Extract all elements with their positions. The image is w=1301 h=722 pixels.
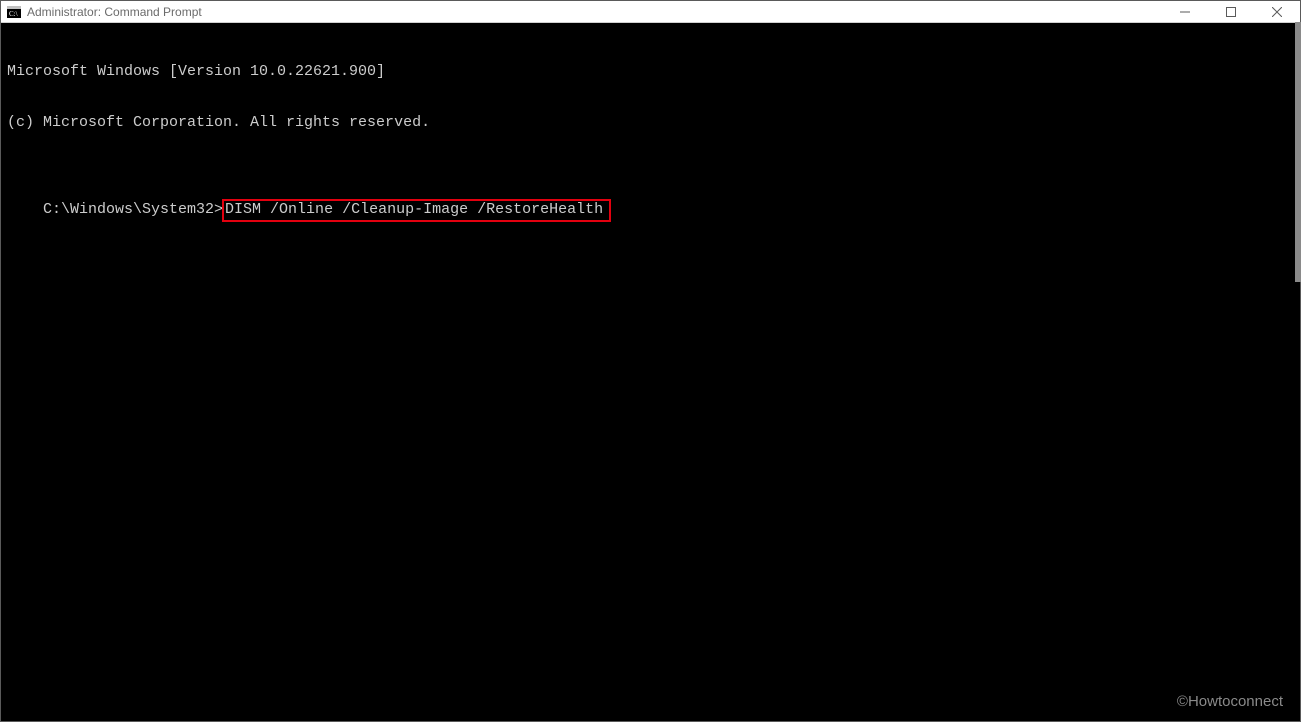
scrollbar-thumb[interactable]: [1295, 22, 1301, 282]
titlebar: C:\ Administrator: Command Prompt: [1, 1, 1300, 23]
terminal-output-line: Microsoft Windows [Version 10.0.22621.90…: [7, 63, 1294, 80]
window-title: Administrator: Command Prompt: [27, 5, 202, 19]
svg-text:C:\: C:\: [9, 10, 18, 18]
minimize-button[interactable]: [1162, 1, 1208, 22]
terminal-area[interactable]: Microsoft Windows [Version 10.0.22621.90…: [1, 23, 1300, 721]
terminal-blank-line: [7, 165, 1294, 182]
command-text: DISM /Online /Cleanup-Image /RestoreHeal…: [225, 201, 603, 218]
maximize-button[interactable]: [1208, 1, 1254, 22]
command-highlight: DISM /Online /Cleanup-Image /RestoreHeal…: [222, 199, 611, 222]
prompt-text: C:\Windows\System32>: [43, 201, 223, 218]
terminal-output-line: (c) Microsoft Corporation. All rights re…: [7, 114, 1294, 131]
prompt-row: C:\Windows\System32>DISM /Online /Cleanu…: [43, 199, 611, 222]
window-controls: [1162, 1, 1300, 22]
cmd-icon: C:\: [7, 5, 21, 19]
close-button[interactable]: [1254, 1, 1300, 22]
cmd-window: C:\ Administrator: Command Prompt Micros…: [0, 0, 1301, 722]
